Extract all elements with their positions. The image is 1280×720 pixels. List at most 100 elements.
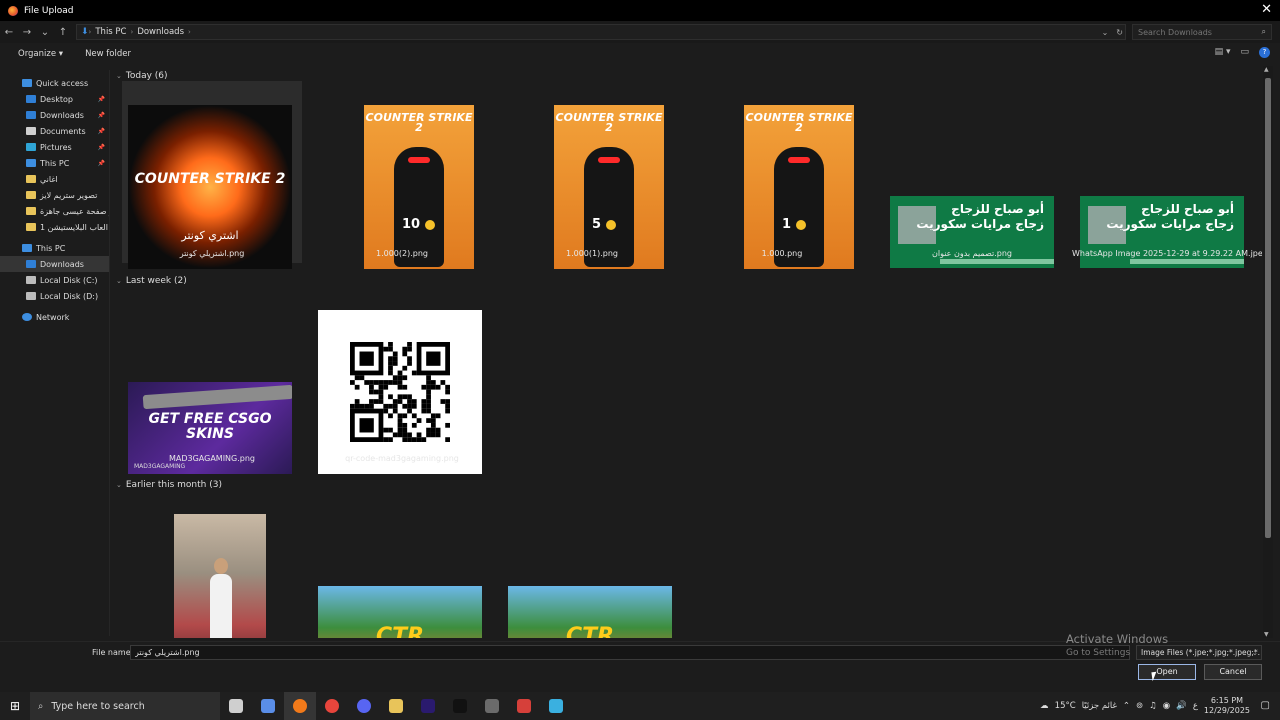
open-button[interactable]: Open	[1138, 664, 1196, 680]
chrome-icon	[325, 699, 339, 713]
sidebar-item[interactable]: Downloads 📌	[0, 107, 109, 123]
taskbar-app-premiere[interactable]	[412, 692, 444, 720]
up-button[interactable]: ↑	[54, 27, 72, 38]
sidebar-item[interactable]: ير صفحة عيسى جاهزة	[0, 203, 109, 219]
taskbar-app-capcut[interactable]	[444, 692, 476, 720]
weather-description[interactable]: غائم جزئيًا	[1082, 701, 1117, 711]
sidebar-item[interactable]: Documents 📌	[0, 123, 109, 139]
organize-button[interactable]: Organize ▾	[18, 49, 63, 59]
view-options-icon[interactable]: ▤ ▾	[1215, 47, 1231, 58]
taskbar-app-task-view[interactable]	[220, 692, 252, 720]
cancel-button[interactable]: Cancel	[1204, 664, 1262, 680]
sidebar-item[interactable]: Quick access	[0, 75, 109, 91]
scroll-up-icon[interactable]: ▲	[1264, 66, 1269, 73]
file-tile[interactable]: أبو صباح للزجاج زجاج مرايات سكوريت تصميم ب…	[882, 81, 1062, 268]
vertical-scrollbar[interactable]: ▲ ▼	[1263, 66, 1273, 638]
sidebar-item[interactable]: Local Disk (C:)	[0, 272, 109, 288]
poster-number-text: 10	[402, 217, 421, 232]
weather-temperature[interactable]: 15°C	[1055, 701, 1076, 711]
address-bar[interactable]: ⬇ › This PC › Downloads › ⌄ ↻	[76, 24, 1126, 40]
goggles-icon	[408, 157, 430, 163]
file-tile[interactable]: COUNTER STRIKE 2 5 1.000(1).png	[502, 81, 682, 269]
sidebar-item[interactable]: Desktop 📌	[0, 91, 109, 107]
volume-icon[interactable]: 🔊	[1176, 701, 1187, 711]
scroll-down-icon[interactable]: ▼	[1264, 631, 1269, 638]
taskbar-app-discord[interactable]	[348, 692, 380, 720]
group-header-today[interactable]: ⌄ Today (6)	[116, 71, 168, 81]
search-input[interactable]	[1138, 27, 1253, 37]
taskbar-app-chrome[interactable]	[316, 692, 348, 720]
search-box[interactable]: ⌕	[1132, 24, 1272, 40]
navigation-pane: Quick access Desktop 📌 Downloads 📌 Documents 📌…	[0, 70, 110, 636]
taskbar-app-copilot[interactable]	[252, 692, 284, 720]
taskbar-app-firefox[interactable]	[284, 692, 316, 720]
weather-icon[interactable]: ☁	[1040, 701, 1049, 711]
notifications-icon[interactable]: ▢	[1261, 700, 1270, 711]
help-icon[interactable]: ?	[1259, 47, 1270, 58]
group-header-last-week[interactable]: ⌄ Last week (2)	[116, 276, 187, 286]
sidebar-item[interactable]: تصوير ستريم لايز	[0, 187, 109, 203]
sidebar-item-label: اغاني	[40, 174, 58, 184]
taskbar-app-screen[interactable]	[540, 692, 572, 720]
banner-text: أبو صباح للزجاج زجاج مرايات سكوريت	[916, 202, 1044, 232]
taskbar-search[interactable]: ⌕ Type here to search	[30, 692, 220, 720]
sidebar-item[interactable]: Downloads	[0, 256, 109, 272]
file-explorer-icon	[389, 699, 403, 713]
goggles-icon	[788, 157, 810, 163]
sidebar-item-network[interactable]: Network	[0, 309, 109, 325]
drive-icon	[26, 276, 36, 284]
file-tile[interactable]: qr-code-mad3gagaming.png	[312, 286, 492, 474]
forward-button[interactable]: →	[18, 27, 36, 38]
network-tray-icon[interactable]: ⊚	[1136, 701, 1143, 711]
breadcrumb-downloads[interactable]: Downloads	[137, 27, 184, 37]
file-name-input[interactable]	[130, 645, 1130, 660]
clock[interactable]: 6:15 PM 12/29/2025	[1204, 696, 1250, 716]
sidebar-item-label: Local Disk (D:)	[40, 291, 99, 301]
file-tile[interactable]: GET FREE CSGO SKINS MAD3GAGAMING MAD3GAGAM…	[122, 286, 302, 474]
breadcrumb-this-pc[interactable]: This PC	[95, 27, 126, 37]
windows-start-icon[interactable]: ⊞	[0, 699, 30, 713]
sidebar-item[interactable]: Pictures 📌	[0, 139, 109, 155]
sidebar-item-this-pc[interactable]: This PC	[0, 240, 109, 256]
address-dropdown-icon[interactable]: ⌄	[1102, 28, 1109, 37]
file-tile[interactable]: CTR	[312, 490, 492, 638]
banner-line-1: أبو صباح للزجاج	[1141, 202, 1234, 216]
sidebar-item[interactable]: Local Disk (D:)	[0, 288, 109, 304]
scrollbar-thumb[interactable]	[1265, 78, 1271, 538]
file-name: qr-code-mad3gagaming.png	[345, 454, 459, 463]
taskbar-app-shield[interactable]	[508, 692, 540, 720]
file-tile[interactable]: COUNTER STRIKE 2 1 1.000.png	[692, 81, 872, 269]
file-tile[interactable]: CTR	[502, 490, 682, 638]
coin-icon	[795, 219, 806, 230]
wifi-icon[interactable]: ◉	[1163, 701, 1170, 711]
file-tile[interactable]	[122, 490, 302, 638]
file-tile[interactable]: COUNTER STRIKE 2 اشتري كونتر اشتريلي كونتر…	[122, 81, 302, 269]
show-hidden-icons-icon[interactable]: ⌃	[1123, 701, 1130, 711]
task-view-icon	[229, 699, 243, 713]
refresh-icon[interactable]: ↻	[1116, 28, 1123, 37]
new-folder-button[interactable]: New folder	[85, 49, 131, 59]
file-tile[interactable]: أبو صباح للزجاج زجاج مرايات سكوريت WhatsAp…	[1072, 81, 1262, 268]
sidebar-item[interactable]: العاب البلايستيشن 1	[0, 219, 109, 235]
file-type-select[interactable]: Image Files (*.jpe;*.jpg;*.jpeg;*. ⌄	[1136, 645, 1262, 660]
recent-locations-button[interactable]: ⌄	[36, 27, 54, 38]
goggles-icon	[598, 157, 620, 163]
folder-icon	[26, 175, 36, 183]
group-header-earlier[interactable]: ⌄ Earlier this month (3)	[116, 480, 222, 490]
file-tile[interactable]: COUNTER STRIKE 2 10 1.000(2).png	[312, 81, 492, 269]
poster-subtitle: اشتري كونتر	[181, 229, 239, 242]
poster-logo-text: COUNTER STRIKE 2	[365, 111, 473, 134]
sidebar-item[interactable]: اغاني	[0, 171, 109, 187]
taskbar-app-file-explorer[interactable]	[380, 692, 412, 720]
input-language[interactable]: ع	[1193, 701, 1198, 711]
pin-icon: 📌	[97, 111, 105, 119]
microphone-icon[interactable]: ♫	[1149, 701, 1157, 711]
file-name: WhatsApp Image 2025-12-29 at 9.29.22 AM.…	[1072, 249, 1262, 258]
contact-strip	[940, 259, 1054, 264]
back-button[interactable]: ←	[0, 27, 18, 38]
close-button[interactable]: ✕	[1261, 2, 1272, 17]
preview-pane-icon[interactable]: ▭	[1240, 47, 1249, 58]
taskbar-app-steam[interactable]	[476, 692, 508, 720]
shield-icon	[517, 699, 531, 713]
sidebar-item[interactable]: This PC 📌	[0, 155, 109, 171]
